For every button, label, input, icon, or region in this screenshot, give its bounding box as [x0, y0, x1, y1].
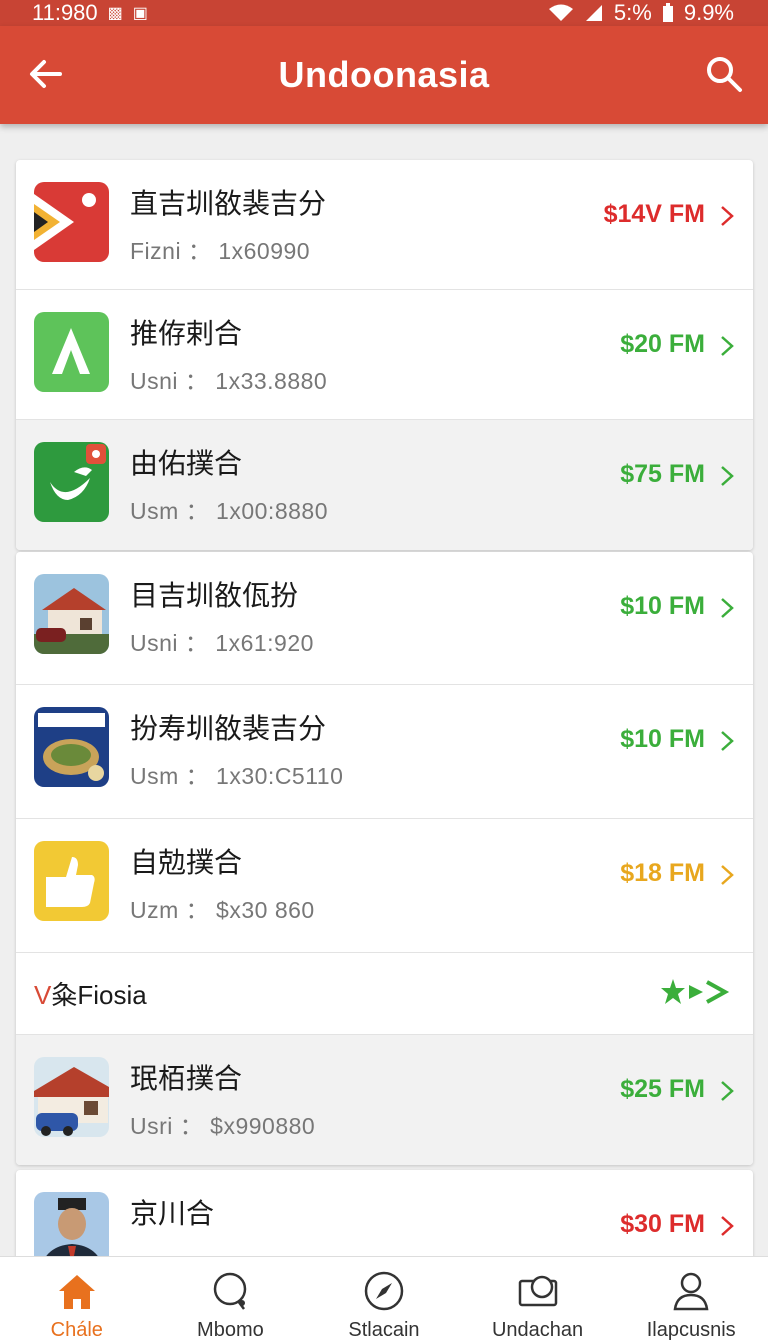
chevron-right-icon: [721, 1216, 734, 1236]
item-title: 京川合: [130, 1197, 215, 1230]
food-poster-icon: [34, 707, 109, 787]
chevron-right-icon: [721, 598, 734, 618]
list-item[interactable]: 由佑撲合 Usm ： 1x00:8880 $75 FM: [16, 420, 753, 550]
item-title: 由佑撲合: [130, 447, 243, 480]
nav-label: Ilapcusnis: [646, 1319, 736, 1341]
clipboard-notification-icon: ▣: [132, 5, 148, 22]
camera-icon: [518, 1275, 557, 1307]
list-item[interactable]: 直吉圳敋裴吉分 Fizni ： 1x60990 $14V FM: [16, 160, 753, 290]
nav-explore[interactable]: Stlacain: [307, 1257, 461, 1344]
battery-percent: 9.9%: [683, 0, 734, 25]
battery-icon: [662, 3, 673, 22]
mail-notification-icon: ▩: [107, 5, 123, 22]
page-title: Undoonasia: [278, 54, 490, 95]
item-subtitle: Usni ： 1x61:920: [130, 630, 314, 656]
chevron-right-icon: [721, 865, 734, 885]
home-icon: [58, 1275, 95, 1309]
list-item[interactable]: 扮寿圳敋裴吉分 Usm ： 1x30:C5110 $10 FM: [16, 685, 753, 819]
house-car-photo-icon: [34, 1057, 109, 1137]
item-subtitle: Usm ： 1x30:C5110: [130, 763, 344, 789]
list-card: 直吉圳敋裴吉分 Fizni ： 1x60990 $14V FM 推侟剌合 Usn…: [16, 160, 753, 550]
item-subtitle: Fizni ： 1x60990: [130, 238, 311, 264]
nav-home[interactable]: Chále: [0, 1257, 154, 1344]
nav-label: Chále: [50, 1319, 103, 1341]
bottom-navigation: Chále Mbomo Stlacain Undachan Ilapcusnis: [0, 1256, 768, 1344]
nav-profile[interactable]: Ilapcusnis: [614, 1257, 768, 1344]
search-icon[interactable]: [704, 54, 744, 94]
section-header[interactable]: V粂Fiosia: [16, 953, 753, 1035]
item-price: $75 FM: [620, 460, 705, 488]
item-title: 扮寿圳敋裴吉分: [130, 712, 327, 745]
nav-label: Stlacain: [348, 1319, 420, 1341]
item-price: $10 FM: [620, 592, 705, 620]
list-item[interactable]: 推侟剌合 Usni ： 1x33.8880 $20 FM: [16, 290, 753, 420]
network-percent: 5:%: [613, 0, 652, 25]
item-subtitle: Uzm ： $x30 860: [130, 897, 315, 923]
list-item[interactable]: 珉栢撲合 Usri ： $x990880 $25 FM: [16, 1035, 753, 1165]
status-time: 11:980: [32, 0, 98, 25]
item-price: $18 FM: [620, 859, 705, 887]
nav-messages[interactable]: Mbomo: [154, 1257, 308, 1344]
chevron-right-icon: [721, 1081, 734, 1101]
yellow-thumb-app-icon: [34, 841, 109, 921]
chevron-right-icon: [721, 731, 734, 751]
red-flag-app-icon: [34, 182, 109, 262]
house-photo-icon: [34, 574, 109, 654]
chevron-right-icon: [721, 336, 734, 356]
nav-camera[interactable]: Undachan: [461, 1257, 615, 1344]
wifi-icon: [548, 4, 573, 21]
section-title: V粂Fiosia: [34, 980, 147, 1010]
star-arrows-icon: [661, 979, 730, 1004]
item-price: $30 FM: [620, 1210, 705, 1238]
chat-bubble-icon: [214, 1272, 247, 1310]
nav-label: Mbomo: [197, 1319, 264, 1341]
item-price: $20 FM: [620, 330, 705, 358]
item-subtitle: Usm ： 1x00:8880: [130, 498, 328, 524]
list-item[interactable]: 自勊撲合 Uzm ： $x30 860 $18 FM: [16, 819, 753, 953]
status-bar: 11:980 ▩ ▣ 5:% 9.9%: [0, 0, 768, 26]
list-item[interactable]: 目吉圳敋佤扮 Usni ： 1x61:920 $10 FM: [16, 552, 753, 685]
signal-icon: [585, 5, 602, 21]
item-price: $14V FM: [603, 200, 705, 228]
item-title: 推侟剌合: [130, 317, 243, 350]
item-subtitle: Usni ： 1x33.8880: [130, 368, 328, 394]
item-price: $10 FM: [620, 725, 705, 753]
item-title: 自勊撲合: [130, 846, 243, 879]
item-title: 珉栢撲合: [130, 1062, 243, 1095]
app-bar: Undoonasia: [0, 26, 768, 124]
compass-icon: [364, 1271, 404, 1311]
item-subtitle: Usri ： $x990880: [130, 1113, 316, 1139]
nav-label: Undachan: [491, 1319, 584, 1341]
item-price: $25 FM: [620, 1075, 705, 1103]
item-title: 直吉圳敋裴吉分: [130, 187, 327, 220]
back-arrow-icon[interactable]: [26, 54, 66, 94]
green-bird-app-icon: [34, 442, 109, 522]
person-icon: [673, 1272, 709, 1311]
chevron-right-icon: [721, 466, 734, 486]
chevron-right-icon: [721, 206, 734, 226]
green-a-app-icon: [34, 312, 109, 392]
list-card: 目吉圳敋佤扮 Usni ： 1x61:920 $10 FM 扮寿圳敋裴吉分 Us…: [16, 552, 753, 1165]
item-title: 目吉圳敋佤扮: [130, 579, 299, 612]
